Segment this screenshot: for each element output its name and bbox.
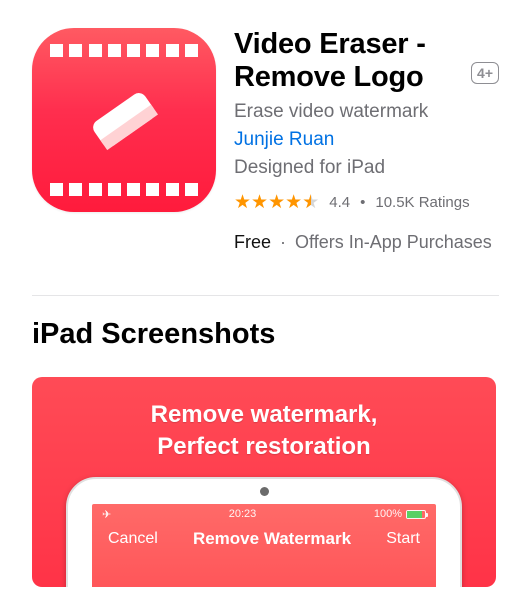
status-bar: ✈ 20:23 100% xyxy=(92,504,436,521)
film-holes-bottom xyxy=(32,183,216,196)
film-holes-top xyxy=(32,44,216,57)
screenshot-item[interactable]: Remove watermark, Perfect restoration ✈ … xyxy=(32,377,496,587)
eraser-icon xyxy=(81,85,167,155)
iap-label: Offers In-App Purchases xyxy=(295,232,492,252)
price-separator: · xyxy=(280,232,286,252)
rating-value: 4.4 xyxy=(329,194,350,211)
section-divider xyxy=(32,295,499,296)
status-time: 20:23 xyxy=(229,508,257,520)
battery-percent: 100% xyxy=(374,508,402,520)
star-rating-icon: ★★★★ ★★ xyxy=(234,191,319,214)
designed-for-label: Designed for iPad xyxy=(234,157,499,179)
screenshots-scroller[interactable]: Remove watermark, Perfect restoration ✈ … xyxy=(32,377,499,587)
nav-start-button: Start xyxy=(386,530,420,548)
rating-count: 10.5K Ratings xyxy=(375,194,469,211)
app-icon[interactable] xyxy=(32,28,216,212)
battery-icon xyxy=(406,510,426,519)
ipad-home-dot xyxy=(260,487,269,496)
screenshots-section-title: iPad Screenshots xyxy=(32,318,499,351)
ipad-frame: ✈ 20:23 100% Cancel Remove Watermark Sta… xyxy=(66,477,462,587)
screenshot-headline-line: Remove watermark, xyxy=(32,399,496,431)
price-row: Free · Offers In-App Purchases xyxy=(234,232,499,253)
developer-link[interactable]: Junjie Ruan xyxy=(234,129,499,151)
ipad-screen: ✈ 20:23 100% Cancel Remove Watermark Sta… xyxy=(92,504,436,587)
rating-row[interactable]: ★★★★ ★★ 4.4 • 10.5K Ratings xyxy=(234,191,499,214)
screenshot-nav-bar: Cancel Remove Watermark Start xyxy=(92,521,436,549)
rating-separator: • xyxy=(360,194,365,211)
price-free-label: Free xyxy=(234,232,271,252)
age-rating-badge: 4+ xyxy=(471,62,499,84)
app-title: Video Eraser - Remove Logo xyxy=(234,28,461,95)
airplane-mode-icon: ✈ xyxy=(102,508,111,521)
nav-title: Remove Watermark xyxy=(193,529,351,549)
app-subtitle: Erase video watermark xyxy=(234,101,499,123)
screenshot-headline: Remove watermark, Perfect restoration xyxy=(32,377,496,464)
nav-cancel-button: Cancel xyxy=(108,530,158,548)
screenshot-headline-line: Perfect restoration xyxy=(32,431,496,463)
